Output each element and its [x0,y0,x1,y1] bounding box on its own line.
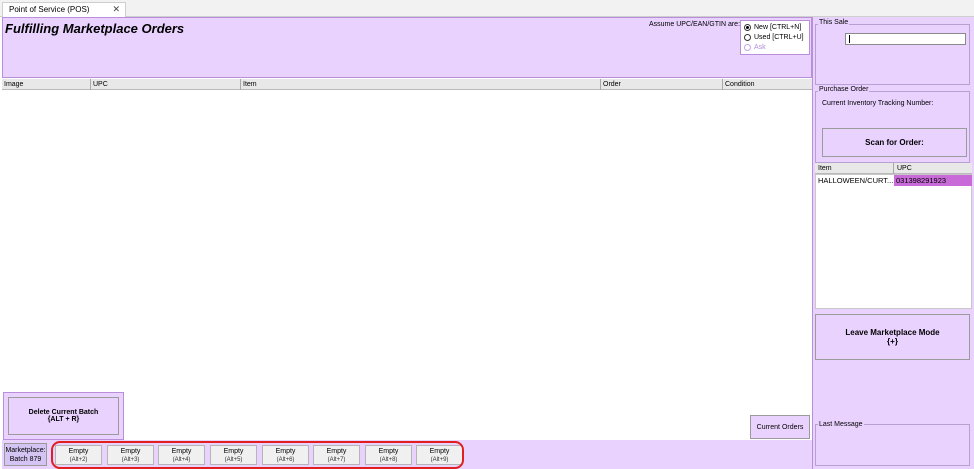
purchase-order-label: Purchase Order [818,86,870,93]
close-icon[interactable]: ✕ [112,4,120,15]
po-row-item[interactable]: HALLOWEEN/CURT... [816,175,893,186]
text-cursor [849,35,850,43]
radio-disabled-icon [744,43,751,51]
this-sale-input[interactable] [845,33,966,45]
delete-shortcut: {ALT + R} [47,416,80,423]
column-item[interactable]: Item [241,79,601,90]
radio-new-label: New [CTRL+N] [754,23,802,31]
radio-used[interactable]: Used [CTRL+U] [744,32,804,42]
leave-marketplace-mode-button[interactable]: Leave Marketplace Mode {+} [815,314,970,360]
batch-label-line2: Batch 879 [9,456,42,463]
last-message-group [815,424,970,466]
assume-label: Assume UPC/EAN/GTIN are: [649,21,741,28]
radio-checked-icon[interactable] [744,23,751,31]
last-message-label: Last Message [818,421,864,428]
leave-shortcut: {+} [887,337,898,346]
radio-used-label: Used [CTRL+U] [754,33,804,41]
batch-label[interactable]: Marketplace: Batch 879 [4,443,47,466]
orders-table-body[interactable] [2,90,812,440]
this-sale-label: This Sale [818,19,850,26]
radio-ask: Ask [744,42,766,52]
radio-unchecked-icon[interactable] [744,33,751,41]
po-table-body[interactable] [815,174,972,309]
tab-bar [0,0,974,17]
delete-label: Delete Current Batch [28,409,99,416]
tab-label: Point of Service (POS) [9,5,90,14]
column-order[interactable]: Order [601,79,723,90]
batch-label-line1: Marketplace: [5,447,46,454]
column-image[interactable]: Image [2,79,91,90]
tab-point-of-service[interactable]: Point of Service (POS) ✕ [2,2,126,17]
column-condition[interactable]: Condition [723,79,812,90]
highlight-annotation [51,441,464,469]
column-upc[interactable]: UPC [91,79,241,90]
tracking-number-label: Current Inventory Tracking Number: [822,100,934,107]
po-column-item[interactable]: Item [815,163,894,174]
leave-label: Leave Marketplace Mode [845,328,940,337]
current-orders-button[interactable]: Current Orders [750,415,810,439]
po-row-upc[interactable]: 031398291923 [894,175,972,186]
radio-ask-label: Ask [754,43,766,51]
po-column-upc[interactable]: UPC [894,163,972,174]
scan-for-order-button[interactable]: Scan for Order: [822,128,967,157]
radio-new[interactable]: New [CTRL+N] [744,22,801,32]
delete-current-batch-button[interactable]: Delete Current Batch {ALT + R} [8,397,119,435]
page-title: Fulfilling Marketplace Orders [5,21,185,36]
